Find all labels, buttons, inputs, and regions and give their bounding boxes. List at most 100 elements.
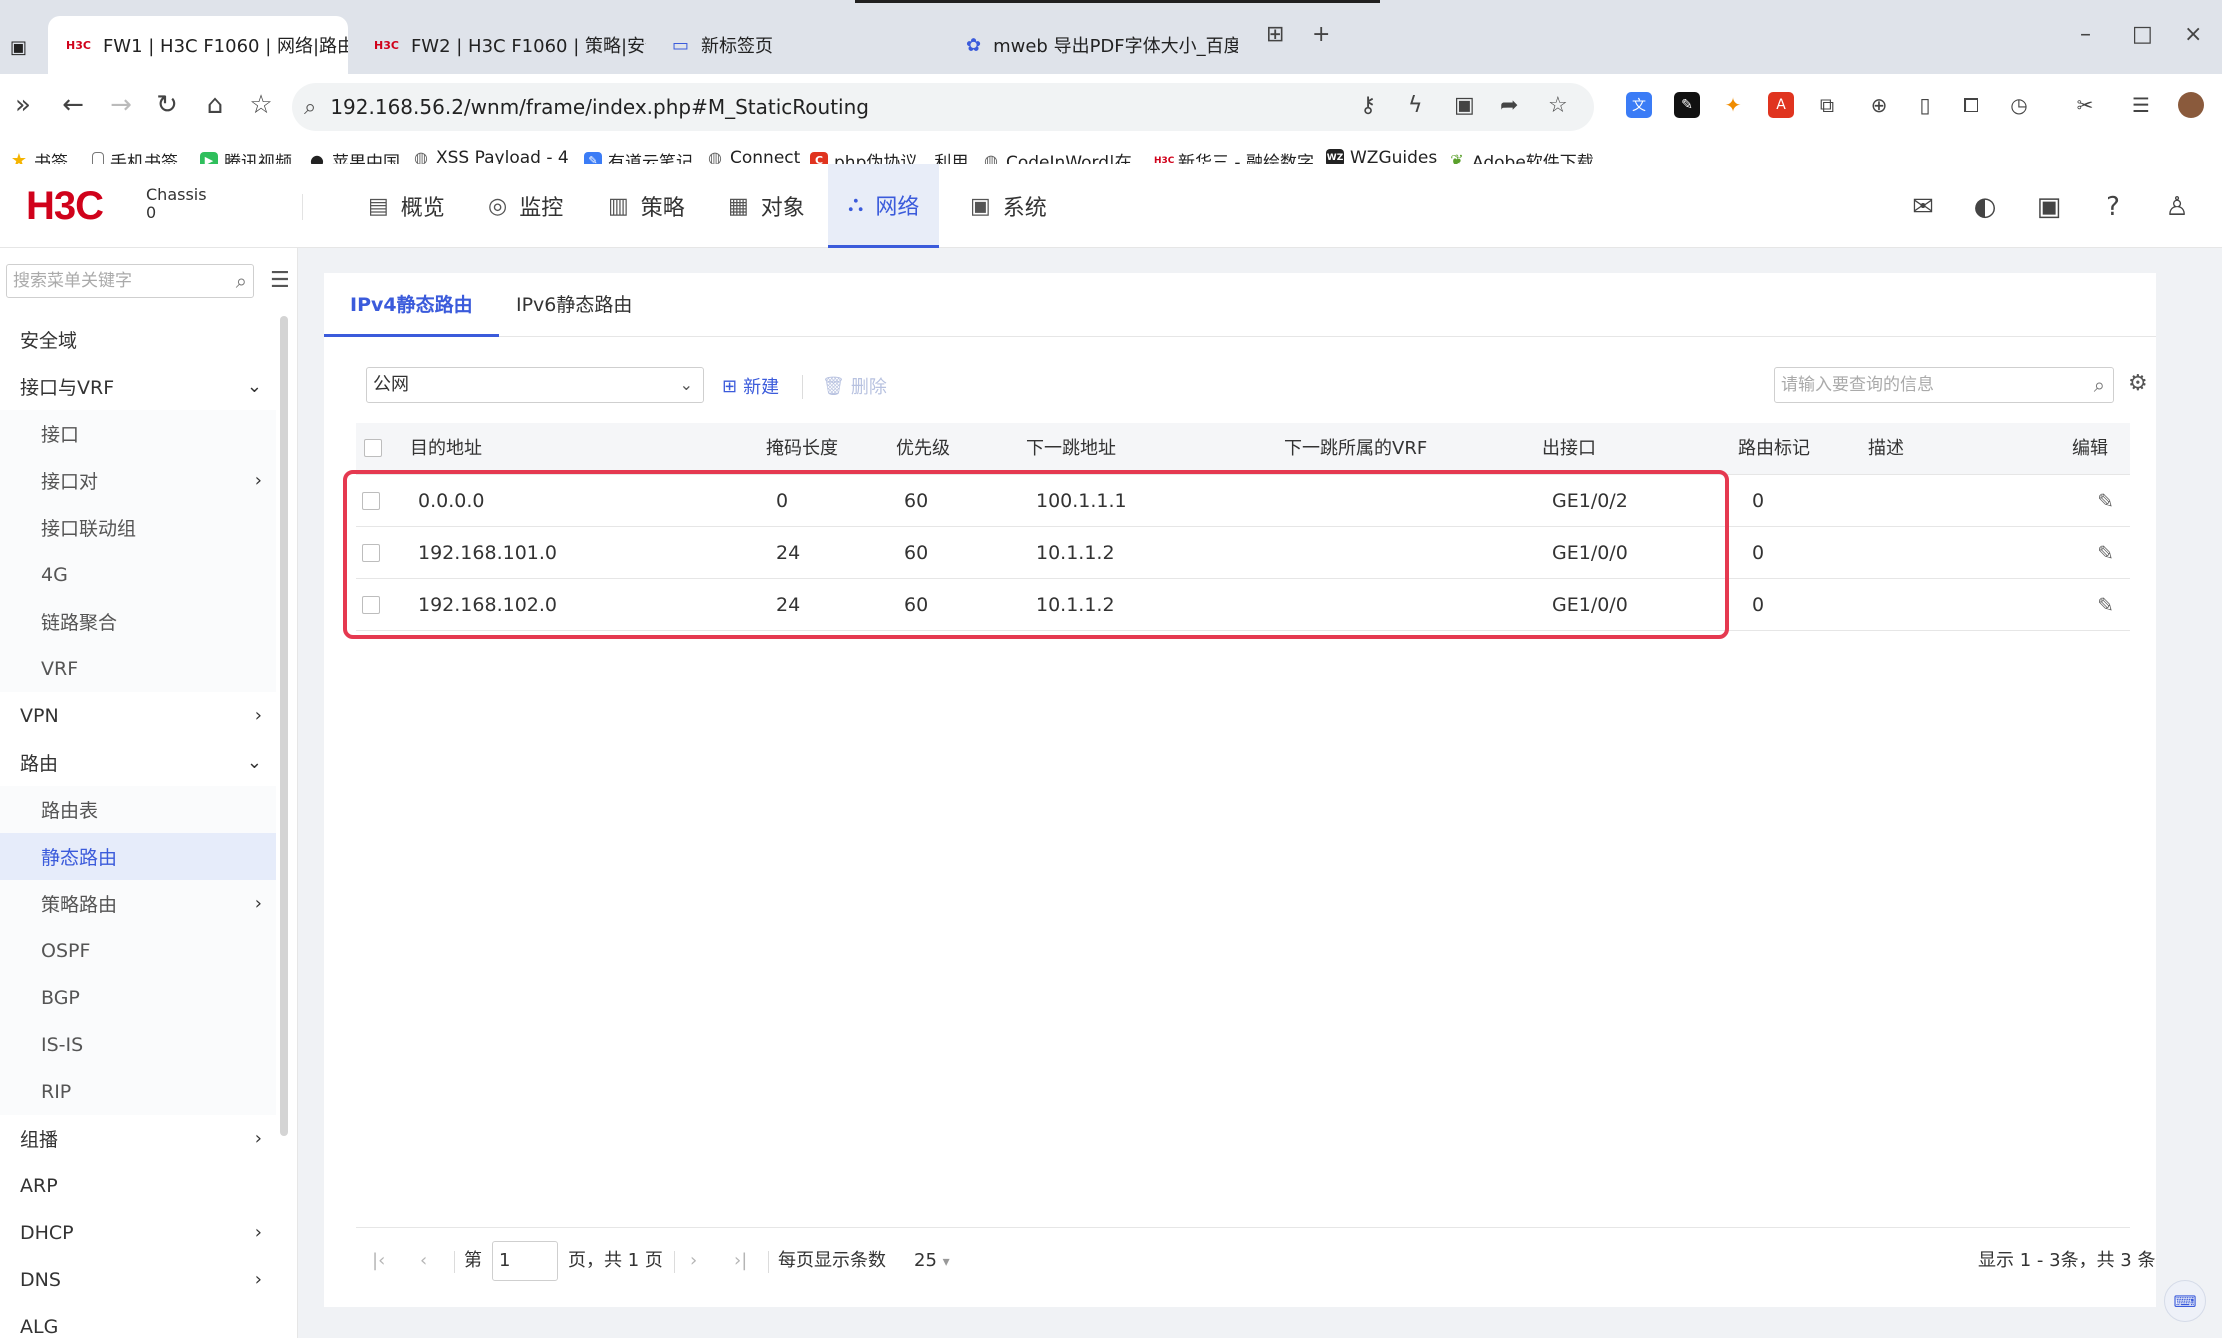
col-vrf[interactable]: 下一跳所属的VRF [1284, 423, 1427, 475]
col-nexthop[interactable]: 下一跳地址 [1026, 423, 1116, 475]
key-icon[interactable]: ⚷ [1360, 93, 1376, 118]
query-search-input[interactable]: 请输入要查询的信息 ⌕ [1774, 367, 2114, 403]
bookmark-star-icon[interactable]: ☆ [244, 90, 278, 120]
col-dest[interactable]: 目的地址 [410, 423, 482, 475]
sidebar-item[interactable]: 4G [0, 551, 276, 598]
edit-icon[interactable]: ✎ [2097, 489, 2114, 513]
col-mask[interactable]: 掩码长度 [766, 423, 838, 475]
tab-ipv4-static[interactable]: IPv4静态路由 [324, 273, 499, 337]
terminal-icon[interactable]: ⌨ [2164, 1280, 2206, 1322]
sidebar-item[interactable]: DNS › [0, 1256, 276, 1303]
sidebar-item[interactable]: 路由表 [0, 786, 276, 833]
prev-page-icon[interactable]: ‹ [420, 1241, 427, 1281]
tab-ipv6-static[interactable]: IPv6静态路由 [490, 273, 658, 337]
edit-icon[interactable]: ✎ [2097, 541, 2114, 565]
col-tag[interactable]: 路由标记 [1738, 423, 1810, 475]
tab-fw2[interactable]: H3C FW2 | H3C F1060 | 策略|安全策 [356, 16, 646, 74]
puzzle-extension-icon[interactable]: ⧉ [1814, 92, 1840, 118]
palette-icon[interactable]: ◐ [1970, 192, 2000, 222]
sidebar-item[interactable]: 组播 › [0, 1115, 276, 1162]
menu-system[interactable]: ▣ 系统 [950, 164, 1067, 248]
tab-baidu[interactable]: ✿ mweb 导出PDF字体大小_百度搜 [948, 16, 1238, 74]
minimize-icon[interactable]: – [2080, 22, 2091, 47]
col-iface[interactable]: 出接口 [1542, 423, 1596, 475]
sidebar-item[interactable]: ALG [0, 1303, 276, 1338]
gear-icon[interactable]: ⚙ [2128, 371, 2148, 396]
collapse-menu-icon[interactable]: ☰ [270, 268, 290, 293]
inbox-icon[interactable]: ✉ [1908, 192, 1938, 222]
col-pref[interactable]: 优先级 [896, 423, 950, 475]
back-icon[interactable]: ← [56, 90, 90, 120]
per-page-select[interactable]: 25 ▾ [914, 1241, 950, 1282]
search-icon[interactable]: ⌕ [2094, 368, 2105, 402]
save-icon[interactable]: ▣ [2034, 192, 2064, 222]
search-icon[interactable]: ⌕ [236, 265, 247, 297]
sidebar-item[interactable]: 路由 ⌄ [0, 739, 276, 786]
mobile-icon[interactable]: ▯ [1912, 92, 1938, 118]
pdf-extension-icon[interactable]: A [1768, 92, 1794, 118]
new-tab-plus-icon[interactable]: + [1312, 22, 1330, 47]
forward-icon[interactable]: → [104, 90, 138, 120]
translate-extension-icon[interactable]: 文 [1626, 92, 1652, 118]
menu-icon[interactable]: ☰ [2128, 92, 2154, 118]
tab-fw1[interactable]: H3C FW1 | H3C F1060 | 网络|路由|静 × [48, 16, 348, 74]
pen-extension-icon[interactable]: ✎ [1674, 92, 1700, 118]
sidebar-item[interactable]: 策略路由 › [0, 880, 276, 927]
sidebar-item[interactable]: 安全域 [0, 316, 276, 363]
select-all-checkbox[interactable] [364, 439, 382, 457]
maximize-icon[interactable]: □ [2132, 22, 2153, 47]
policy-icon: ▥ [608, 193, 629, 219]
sidebar-item[interactable]: 接口 [0, 410, 276, 457]
sidebar-item[interactable]: VRF [0, 645, 276, 692]
sidebar-item[interactable]: RIP [0, 1068, 276, 1115]
site-info-icon[interactable]: ⌕ [304, 95, 316, 120]
page-number-input[interactable]: 1 [492, 1241, 558, 1281]
menu-network[interactable]: ⛬ 网络 [828, 164, 940, 248]
help-icon[interactable]: ? [2098, 192, 2128, 222]
screenshot-icon[interactable]: ⧠ [1958, 92, 1984, 118]
sidebar-item[interactable]: 接口对 › [0, 457, 276, 504]
col-desc[interactable]: 描述 [1868, 423, 1904, 475]
next-page-icon[interactable]: › [690, 1241, 697, 1281]
sidebar-item[interactable]: 接口联动组 [0, 504, 276, 551]
user-icon[interactable]: ♙ [2162, 192, 2192, 222]
sidebar-scrollbar[interactable] [280, 316, 288, 1136]
window-close-icon[interactable]: × [2184, 22, 2202, 47]
favorite-icon[interactable]: ☆ [1548, 93, 1568, 118]
sidebar-expand-icon[interactable]: » [6, 90, 40, 120]
tab-search-icon[interactable]: ⊞ [1266, 22, 1284, 47]
sidebar-item[interactable]: 接口与VRF ⌄ [0, 363, 276, 410]
reader-icon[interactable]: ▣ [1454, 93, 1475, 118]
first-page-icon[interactable]: |‹ [372, 1241, 385, 1281]
home-icon[interactable]: ⌂ [198, 90, 232, 120]
sidebar-item[interactable]: OSPF [0, 927, 276, 974]
sidebar-item[interactable]: BGP [0, 974, 276, 1021]
delete-button[interactable]: 🗑 删除 [822, 373, 887, 399]
sidebar-item[interactable]: VPN › [0, 692, 276, 739]
vrf-select[interactable]: 公网 ⌄ [366, 367, 704, 403]
sparkle-extension-icon[interactable]: ✦ [1720, 92, 1746, 118]
cut-icon[interactable]: ✂ [2072, 92, 2098, 118]
new-button[interactable]: ⊞ 新建 [722, 373, 779, 399]
menu-search-input[interactable]: 搜索菜单关键字 ⌕ [6, 264, 254, 298]
menu-overview[interactable]: ▤ 概览 [348, 164, 465, 248]
sidebar-item[interactable]: ARP [0, 1162, 276, 1209]
avatar[interactable] [2178, 92, 2204, 118]
share-icon[interactable]: ➦ [1500, 93, 1518, 118]
download-icon[interactable]: ⊕ [1866, 92, 1892, 118]
history-icon[interactable]: ◷ [2006, 92, 2032, 118]
sidebar-item[interactable]: DHCP › [0, 1209, 276, 1256]
menu-policy[interactable]: ▥ 策略 [588, 164, 705, 248]
menu-monitor[interactable]: ◎ 监控 [468, 164, 583, 248]
url-field[interactable]: ⌕ 192.168.56.2/wnm/frame/index.php#M_Sta… [292, 83, 1594, 131]
sidebar-toggle-icon[interactable]: ▣ [4, 18, 44, 76]
sidebar-item[interactable]: 静态路由 [0, 833, 276, 880]
sidebar-item[interactable]: 链路聚合 [0, 598, 276, 645]
reload-icon[interactable]: ↻ [150, 90, 184, 120]
sidebar-item[interactable]: IS-IS [0, 1021, 276, 1068]
last-page-icon[interactable]: ›| [734, 1241, 747, 1281]
menu-object[interactable]: ▦ 对象 [708, 164, 825, 248]
tab-newtab[interactable]: ▭ 新标签页 [654, 16, 944, 74]
edit-icon[interactable]: ✎ [2097, 593, 2114, 617]
lightning-icon[interactable]: ϟ [1408, 93, 1423, 118]
